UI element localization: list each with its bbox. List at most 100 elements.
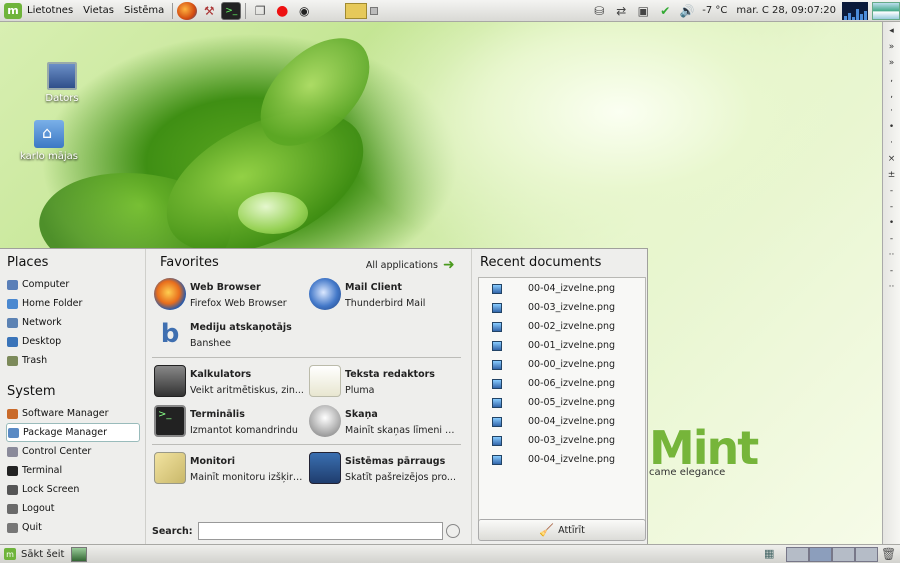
system-item-package-manager[interactable]: Package Manager xyxy=(6,423,140,442)
list-item[interactable]: 00-03_izvelne.png xyxy=(479,431,645,450)
clipboard-icon[interactable]: ▣ xyxy=(633,2,653,20)
search-row: Search: xyxy=(152,522,460,540)
window-switcher-small-icon[interactable] xyxy=(370,6,379,15)
mint-logo-icon[interactable]: m xyxy=(4,2,22,19)
fav-calculator[interactable]: Kalkulators Veikt aritmētiskus, zin... xyxy=(152,362,307,402)
firefox-icon xyxy=(154,278,186,310)
system-item-quit[interactable]: Quit xyxy=(0,518,145,537)
list-item[interactable]: 00-02_izvelne.png xyxy=(479,317,645,336)
all-applications-button[interactable]: All applications ➜ xyxy=(365,257,457,273)
weather-readout[interactable]: -7 °C xyxy=(699,5,730,16)
window-launcher-icon[interactable]: ❐ xyxy=(250,2,270,20)
panel-dot-icon[interactable]: · xyxy=(890,106,893,116)
list-item[interactable]: 00-06_izvelne.png xyxy=(479,374,645,393)
double-chevron-icon[interactable]: » xyxy=(889,42,895,52)
list-item[interactable]: 00-04_izvelne.png xyxy=(479,412,645,431)
workspace-4[interactable] xyxy=(855,546,878,562)
mint-menu: Places Computer Home Folder Network Desk… xyxy=(0,248,648,544)
fav-media-player[interactable]: b Mediju atskaņotājs Banshee xyxy=(152,315,307,355)
clear-recent-label: Attīrīt xyxy=(558,524,585,536)
top-panel: m Lietotnes Vietas Sistēma ⚒ >_ ❐ ● ◉ ⛁ … xyxy=(0,0,900,22)
all-applications-label: All applications xyxy=(365,259,438,271)
list-item[interactable]: 00-03_izvelne.png xyxy=(479,298,645,317)
search-icon[interactable] xyxy=(445,524,460,538)
tools-launcher-icon[interactable]: ⚒ xyxy=(199,2,219,20)
desktop-icon-computer[interactable]: Dators xyxy=(22,62,102,104)
trash-icon[interactable]: 🗑 xyxy=(881,547,897,562)
system-tray: ⛁ ⇄ ▣ ✔ 🔊 -7 °C mar. C 28, 09:07:20 xyxy=(589,1,900,20)
network-graph[interactable] xyxy=(872,1,900,20)
fav-mail-client[interactable]: Mail Client Thunderbird Mail xyxy=(307,275,462,315)
list-item[interactable]: 00-01_izvelne.png xyxy=(479,336,645,355)
menu-places[interactable]: Vietas xyxy=(78,5,119,16)
search-input[interactable] xyxy=(197,522,443,540)
menu-system[interactable]: Sistēma xyxy=(119,5,169,16)
start-menu-button[interactable]: m Sākt šeit xyxy=(0,548,68,560)
fav-monitors[interactable]: Monitori Mainīt monitoru izšķirt... xyxy=(152,449,307,489)
clear-recent-button[interactable]: 🧹 Attīrīt xyxy=(478,519,646,541)
panel-dot-icon[interactable]: · xyxy=(890,138,893,148)
places-item-home[interactable]: Home Folder xyxy=(0,294,145,313)
cpu-graph[interactable] xyxy=(842,1,868,20)
list-item[interactable]: 00-04_izvelne.png xyxy=(479,279,645,298)
volume-icon[interactable]: 🔊 xyxy=(677,2,697,20)
desktop-icon-home[interactable]: karlo mājas xyxy=(9,120,89,162)
system-item-lock-screen[interactable]: Lock Screen xyxy=(0,480,145,499)
update-shield-icon[interactable]: ✔ xyxy=(655,2,675,20)
workspace-3[interactable] xyxy=(832,546,855,562)
favorites-group: Kalkulators Veikt aritmētiskus, zin... Te… xyxy=(146,362,471,442)
fav-text-editor[interactable]: Teksta redaktors Pluma xyxy=(307,362,462,402)
list-item[interactable]: 00-00_izvelne.png xyxy=(479,355,645,374)
menu-applications[interactable]: Lietotnes xyxy=(22,5,78,16)
workspace-2[interactable] xyxy=(809,546,832,562)
terminal-launcher-icon[interactable]: >_ xyxy=(221,1,242,20)
system-item-terminal[interactable]: Terminal xyxy=(0,461,145,480)
list-item[interactable]: 00-05_izvelne.png xyxy=(479,393,645,412)
drive-icon[interactable]: ⛁ xyxy=(589,2,609,20)
workspace-1[interactable] xyxy=(786,546,809,562)
list-item[interactable]: 00-04_izvelne.png xyxy=(479,450,645,469)
panel-dash-icon[interactable]: - xyxy=(890,234,893,244)
record-icon[interactable]: ● xyxy=(272,2,292,20)
places-item-desktop[interactable]: Desktop xyxy=(0,332,145,351)
places-item-network[interactable]: Network xyxy=(0,313,145,332)
network-tray-icon[interactable]: ⇄ xyxy=(611,2,631,20)
favorites-column: Favorites All applications ➜ Web Browser… xyxy=(146,249,472,544)
fav-web-browser[interactable]: Web Browser Firefox Web Browser xyxy=(152,275,307,315)
places-item-trash[interactable]: Trash xyxy=(0,351,145,370)
window-switcher-icon[interactable] xyxy=(345,2,368,19)
show-desktop-icon[interactable] xyxy=(71,546,88,562)
double-chevron-icon[interactable]: » xyxy=(889,58,895,68)
fav-system-monitor[interactable]: Sistēmas pārraugs Skatīt pašreizējos pro.… xyxy=(307,449,462,489)
firefox-launcher-icon[interactable] xyxy=(177,1,198,20)
plus-minus-icon[interactable]: ± xyxy=(888,170,896,180)
eye-icon[interactable]: ◉ xyxy=(294,2,314,20)
sound-icon xyxy=(309,405,341,437)
arrow-right-icon: ➜ xyxy=(443,257,455,273)
close-icon[interactable]: × xyxy=(888,154,896,164)
favorites-header: Favorites All applications ➜ xyxy=(146,255,471,275)
panel-dot-icon[interactable]: • xyxy=(889,122,894,132)
arrow-left-icon[interactable]: ◂ xyxy=(889,26,894,36)
system-item-logout[interactable]: Logout xyxy=(0,499,145,518)
system-heading: System xyxy=(7,384,56,399)
panel-handle-icon[interactable]: ‚ xyxy=(890,74,893,84)
network-applet-icon[interactable]: ▦ xyxy=(764,547,780,562)
system-item-control-center[interactable]: Control Center xyxy=(0,442,145,461)
panel-dot-icon[interactable]: • xyxy=(889,218,894,228)
logout-icon xyxy=(7,503,18,514)
fav-sound[interactable]: Skaņa Mainīt skaņas līmeni u... xyxy=(307,402,462,442)
panel-dots-icon[interactable]: ·· xyxy=(889,282,895,292)
places-item-computer[interactable]: Computer xyxy=(0,275,145,294)
panel-dash-icon[interactable]: - xyxy=(890,202,893,212)
system-item-software-manager[interactable]: Software Manager xyxy=(0,404,145,423)
watermark-brand: Mint xyxy=(649,421,759,475)
panel-dash-icon[interactable]: - xyxy=(890,266,893,276)
panel-dash-icon[interactable]: - xyxy=(890,186,893,196)
recent-documents-heading: Recent documents xyxy=(480,255,602,270)
clock[interactable]: mar. C 28, 09:07:20 xyxy=(732,5,840,16)
panel-dots-icon[interactable]: ·· xyxy=(889,250,895,260)
fav-terminal[interactable]: >_ Terminālis Izmantot komandrindu xyxy=(152,402,307,442)
panel-handle-icon[interactable]: ‚ xyxy=(890,90,893,100)
image-file-icon xyxy=(492,416,502,427)
